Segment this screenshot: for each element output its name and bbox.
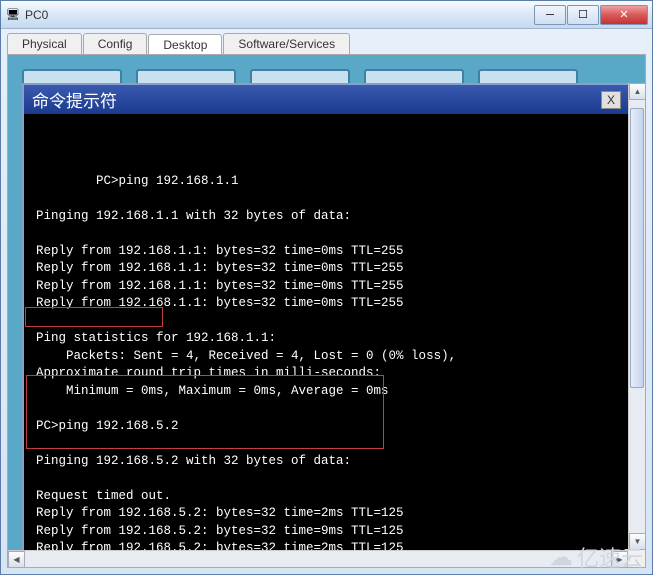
terminal-close-button[interactable]: X xyxy=(601,91,621,109)
tab-physical[interactable]: Physical xyxy=(7,33,82,54)
scroll-thumb[interactable] xyxy=(630,108,644,388)
watermark: ☁ 亿速云 xyxy=(549,541,643,573)
horizontal-scrollbar[interactable]: ◀ ▶ xyxy=(8,550,628,567)
tab-software-services[interactable]: Software/Services xyxy=(223,33,350,54)
window-title: PC0 xyxy=(25,8,533,22)
maximize-button[interactable]: ☐ xyxy=(567,5,599,25)
command-prompt-window: 命令提示符 X PC>ping 192.168.1.1 Pinging 192.… xyxy=(22,83,631,561)
app-icon: 🖥 xyxy=(5,7,21,23)
terminal-title-bar: 命令提示符 X xyxy=(24,85,629,114)
scroll-track[interactable] xyxy=(629,100,645,533)
title-bar: 🖥 PC0 ─ ☐ ✕ xyxy=(1,1,652,29)
cloud-icon: ☁ xyxy=(549,543,573,572)
terminal-title-text: 命令提示符 xyxy=(32,87,117,112)
highlight-annotation xyxy=(26,375,384,449)
scroll-left-button[interactable]: ◀ xyxy=(8,551,25,568)
vertical-scrollbar[interactable]: ▲ ▼ xyxy=(628,83,645,550)
desktop-background: 命令提示符 X PC>ping 192.168.1.1 Pinging 192.… xyxy=(8,55,645,567)
watermark-text: 亿速云 xyxy=(577,541,643,573)
window-controls: ─ ☐ ✕ xyxy=(533,5,648,25)
minimize-button[interactable]: ─ xyxy=(534,5,566,25)
scroll-up-button[interactable]: ▲ xyxy=(629,83,646,100)
highlight-annotation xyxy=(25,307,163,327)
app-window: 🖥 PC0 ─ ☐ ✕ Physical Config Desktop Soft… xyxy=(0,0,653,575)
terminal-output[interactable]: PC>ping 192.168.1.1 Pinging 192.168.1.1 … xyxy=(24,114,629,559)
tab-bar: Physical Config Desktop Software/Service… xyxy=(1,29,652,54)
tab-config[interactable]: Config xyxy=(83,33,148,54)
content-area: 命令提示符 X PC>ping 192.168.1.1 Pinging 192.… xyxy=(7,54,646,568)
scroll-track[interactable] xyxy=(25,551,611,567)
close-button[interactable]: ✕ xyxy=(600,5,648,25)
tab-desktop[interactable]: Desktop xyxy=(148,34,222,55)
